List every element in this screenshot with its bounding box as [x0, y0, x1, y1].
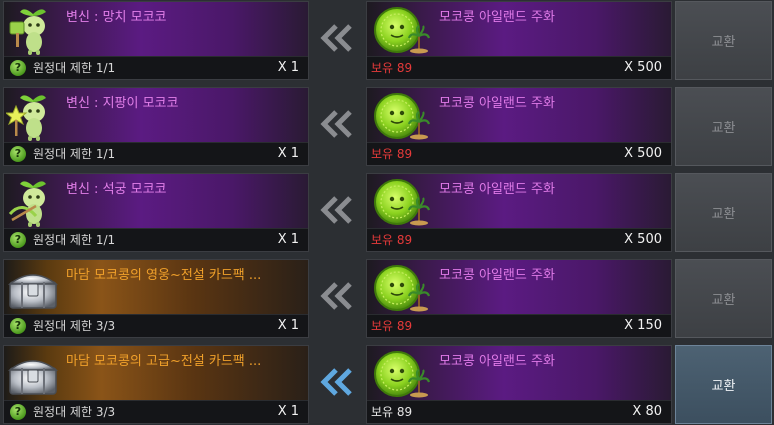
item-name: 마담 모코콩의 고급~전설 카드팩 ...	[66, 354, 262, 369]
currency-name: 모코콩 아일랜드 주화	[439, 268, 555, 283]
help-question-icon[interactable]: ?	[10, 232, 26, 248]
reward-item-panel[interactable]: 변신 : 망치 모코코? 원정대 제한 1/1 X 1	[3, 1, 309, 80]
reward-item-panel[interactable]: 변신 : 석궁 모코코? 원정대 제한 1/1 X 1	[3, 173, 309, 252]
item-name: 변신 : 지팡이 모코코	[66, 96, 179, 111]
item-name: 변신 : 석궁 모코코	[66, 182, 167, 197]
help-question-icon[interactable]: ?	[10, 404, 26, 420]
purchase-limit: 원정대 제한 3/3	[33, 405, 116, 419]
cost-currency-panel[interactable]: 모코콩 아일랜드 주화보유 89 X 150	[366, 259, 672, 338]
reward-item-panel[interactable]: 마담 모코콩의 고급~전설 카드팩 ...? 원정대 제한 3/3 X 1	[3, 345, 309, 424]
owned-amount: 보유 89	[371, 405, 413, 419]
cost-amount: X 500	[624, 60, 662, 75]
cost-amount: X 150	[624, 318, 662, 333]
owned-amount: 보유 89	[371, 147, 413, 161]
item-name: 변신 : 망치 모코코	[66, 10, 167, 25]
purchase-limit: 원정대 제한 1/1	[33, 147, 116, 161]
cost-amount: X 80	[632, 404, 662, 419]
item-quantity: X 1	[277, 318, 299, 333]
purchase-limit: 원정대 제한 3/3	[33, 319, 116, 333]
exchange-row: 마담 모코콩의 고급~전설 카드팩 ...? 원정대 제한 3/3 X 1 모코콩 아…	[0, 344, 774, 425]
item-quantity: X 1	[277, 232, 299, 247]
currency-name: 모코콩 아일랜드 주화	[439, 182, 555, 197]
owned-amount: 보유 89	[371, 233, 413, 247]
exchange-button[interactable]: 교환	[675, 1, 772, 80]
cost-currency-panel[interactable]: 모코콩 아일랜드 주화보유 89 X 500	[366, 1, 672, 80]
purchase-limit: 원정대 제한 1/1	[33, 61, 116, 75]
item-quantity: X 1	[277, 60, 299, 75]
exchange-row: 변신 : 망치 모코코? 원정대 제한 1/1 X 1 모코콩 아일랜드 주화보유 8…	[0, 0, 774, 81]
help-question-icon[interactable]: ?	[10, 318, 26, 334]
currency-name: 모코콩 아일랜드 주화	[439, 354, 555, 369]
exchange-button[interactable]: 교환	[675, 259, 772, 338]
cost-amount: X 500	[624, 232, 662, 247]
item-quantity: X 1	[277, 404, 299, 419]
exchange-button[interactable]: 교환	[675, 345, 772, 424]
exchange-button[interactable]: 교환	[675, 173, 772, 252]
cost-currency-panel[interactable]: 모코콩 아일랜드 주화보유 89 X 500	[366, 87, 672, 166]
owned-amount: 보유 89	[371, 319, 413, 333]
purchase-limit: 원정대 제한 1/1	[33, 233, 116, 247]
help-question-icon[interactable]: ?	[10, 146, 26, 162]
exchange-row: 변신 : 석궁 모코코? 원정대 제한 1/1 X 1 모코콩 아일랜드 주화보유 8…	[0, 172, 774, 253]
reward-item-panel[interactable]: 변신 : 지팡이 모코코? 원정대 제한 1/1 X 1	[3, 87, 309, 166]
cost-amount: X 500	[624, 146, 662, 161]
currency-name: 모코콩 아일랜드 주화	[439, 10, 555, 25]
owned-amount: 보유 89	[371, 61, 413, 75]
currency-name: 모코콩 아일랜드 주화	[439, 96, 555, 111]
cost-currency-panel[interactable]: 모코콩 아일랜드 주화보유 89 X 80	[366, 345, 672, 424]
cost-currency-panel[interactable]: 모코콩 아일랜드 주화보유 89 X 500	[366, 173, 672, 252]
help-question-icon[interactable]: ?	[10, 60, 26, 76]
exchange-button[interactable]: 교환	[675, 87, 772, 166]
currency-info-strip	[367, 400, 671, 423]
reward-item-panel[interactable]: 마담 모코콩의 영웅~전설 카드팩 ...? 원정대 제한 3/3 X 1	[3, 259, 309, 338]
item-name: 마담 모코콩의 영웅~전설 카드팩 ...	[66, 268, 262, 283]
exchange-row: 마담 모코콩의 영웅~전설 카드팩 ...? 원정대 제한 3/3 X 1 모코콩 아…	[0, 258, 774, 339]
exchange-row: 변신 : 지팡이 모코코? 원정대 제한 1/1 X 1 모코콩 아일랜드 주화보유 …	[0, 86, 774, 167]
item-quantity: X 1	[277, 146, 299, 161]
